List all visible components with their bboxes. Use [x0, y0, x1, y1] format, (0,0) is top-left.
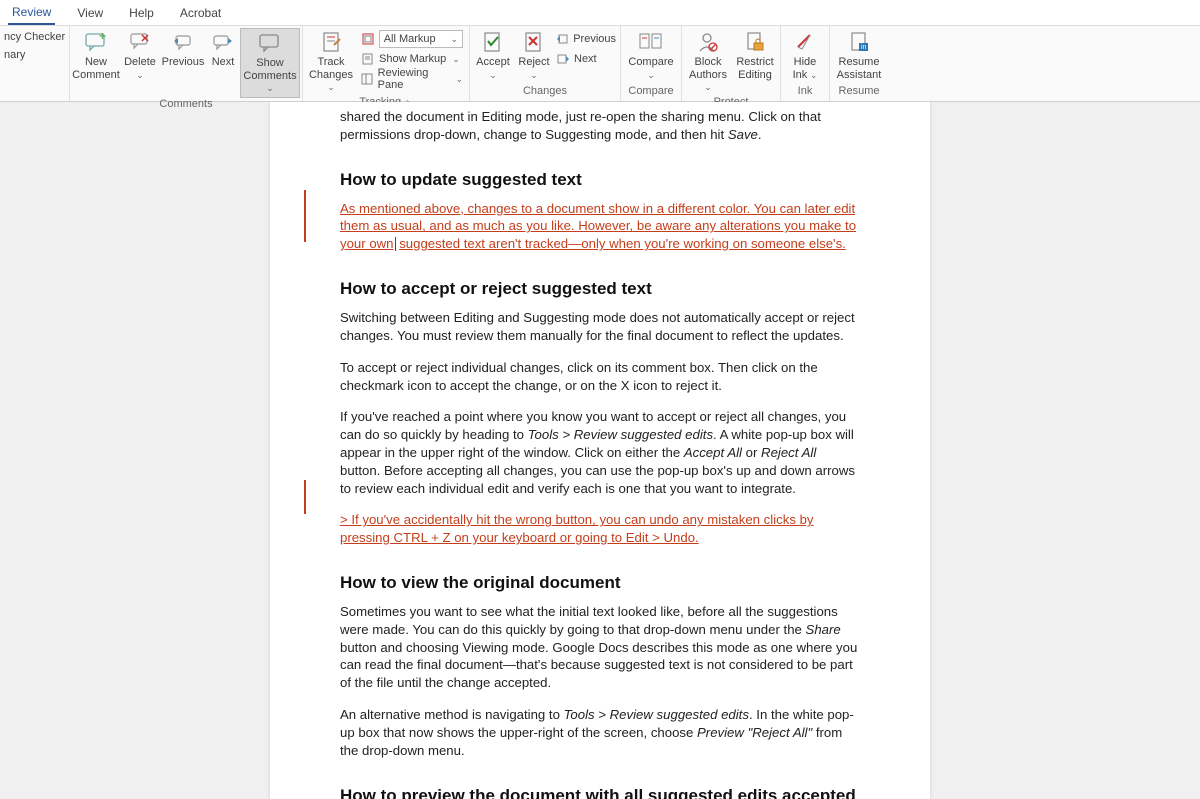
resume-assistant-button[interactable]: in Resume Assistant [832, 28, 886, 83]
reject-icon [520, 30, 548, 54]
show-comments-icon [256, 31, 284, 55]
compare-icon [637, 30, 665, 54]
restrict-editing-button[interactable]: Restrict Editing [732, 28, 778, 83]
restrict-editing-label: Restrict Editing [736, 56, 773, 81]
group-label-resume: Resume [832, 85, 886, 101]
previous-change-button[interactable]: Previous [556, 30, 616, 48]
compare-label: Compare [625, 56, 677, 81]
markup-combo[interactable]: All Markup [379, 30, 463, 48]
heading-accept-reject: How to accept or reject suggested text [340, 279, 860, 299]
reviewing-pane-icon [361, 72, 374, 86]
hide-ink-button[interactable]: Hide Ink [783, 28, 827, 83]
restrict-editing-icon [741, 30, 769, 54]
new-comment-label: New Comment [72, 56, 120, 81]
group-accessibility-clipped: ncy Checker nary [0, 26, 70, 101]
next-comment-button[interactable]: Next [206, 28, 240, 71]
svg-text:+: + [99, 32, 106, 43]
svg-text:in: in [861, 44, 867, 51]
accept-label: Accept [474, 56, 512, 81]
document-body[interactable]: shared the document in Editing mode, jus… [340, 102, 860, 799]
block-authors-icon [694, 30, 722, 54]
revision-bar-2 [304, 480, 306, 514]
group-label-changes: Changes [472, 85, 618, 101]
track-changes-icon [317, 30, 345, 54]
group-compare: Compare Compare [621, 26, 682, 101]
reject-label: Reject [516, 56, 552, 81]
reject-button[interactable]: Reject [514, 28, 554, 83]
previous-comment-label: Previous [162, 56, 205, 69]
dictionary-clipped[interactable]: nary [4, 46, 25, 64]
resume-assistant-label: Resume Assistant [837, 56, 882, 81]
menu-view[interactable]: View [73, 2, 107, 24]
hide-ink-label: Hide Ink [793, 56, 818, 81]
ribbon: ncy Checker nary + New Comment Delete [0, 26, 1200, 102]
block-authors-label: Block Authors [686, 56, 730, 94]
heading-update: How to update suggested text [340, 170, 860, 190]
group-label-comments: Comments [72, 98, 300, 112]
show-comments-label: Show Comments [243, 57, 297, 95]
para-3a: Sometimes you want to see what the initi… [340, 603, 860, 692]
heading-view-original: How to view the original document [340, 573, 860, 593]
revision-bar-1 [304, 190, 306, 242]
group-changes: Accept Reject Previous Next Changes [470, 26, 621, 101]
menu-review[interactable]: Review [8, 1, 55, 25]
group-tracking: Track Changes All Markup Show Markup⌄ Re… [303, 26, 470, 101]
group-label-ink: Ink [783, 85, 827, 101]
next-comment-icon [209, 30, 237, 54]
page[interactable]: shared the document in Editing mode, jus… [270, 102, 930, 799]
track-changes-label: Track Changes [307, 56, 355, 94]
para-2c: If you've reached a point where you know… [340, 408, 860, 497]
para-ins2: > If you've accidentally hit the wrong b… [340, 511, 860, 547]
markup-combo-icon [361, 32, 375, 46]
para-2b: To accept or reject individual changes, … [340, 359, 860, 395]
next-change-button[interactable]: Next [556, 50, 616, 68]
show-comments-button[interactable]: Show Comments [240, 28, 300, 98]
delete-comment-icon [126, 30, 154, 54]
hide-ink-icon [791, 30, 819, 54]
reviewing-pane-button[interactable]: Reviewing Pane⌄ [361, 70, 463, 88]
para-pre: shared the document in Editing mode, jus… [340, 108, 860, 144]
next-comment-label: Next [212, 56, 235, 69]
menu-bar: Review View Help Acrobat [0, 0, 1200, 26]
heading-preview-accepted: How to preview the document with all sug… [340, 786, 860, 799]
block-authors-button[interactable]: Block Authors [684, 28, 732, 96]
menu-acrobat[interactable]: Acrobat [176, 2, 225, 24]
group-ink: Hide Ink Ink [781, 26, 830, 101]
previous-comment-button[interactable]: Previous [160, 28, 206, 71]
new-comment-icon: + [82, 30, 110, 54]
resume-assistant-icon: in [845, 30, 873, 54]
consistency-checker-clipped[interactable]: ncy Checker [4, 28, 65, 46]
para-3b: An alternative method is navigating to T… [340, 706, 860, 759]
menu-help[interactable]: Help [125, 2, 158, 24]
delete-comment-label: Delete [122, 56, 158, 81]
show-markup-button[interactable]: Show Markup⌄ [361, 50, 463, 68]
new-comment-button[interactable]: + New Comment [72, 28, 120, 83]
accept-icon [479, 30, 507, 54]
previous-comment-icon [169, 30, 197, 54]
show-markup-icon [361, 52, 375, 66]
para-2a: Switching between Editing and Suggesting… [340, 309, 860, 345]
group-comments: + New Comment Delete Previous [70, 26, 303, 101]
group-label-blank [2, 85, 67, 101]
next-change-icon [556, 52, 570, 66]
compare-button[interactable]: Compare [623, 28, 679, 83]
group-resume: in Resume Assistant Resume [830, 26, 888, 101]
para-ins1: As mentioned above, changes to a documen… [340, 200, 860, 253]
group-protect: Block Authors Restrict Editing Protect [682, 26, 781, 101]
document-surface[interactable]: shared the document in Editing mode, jus… [0, 102, 1200, 799]
previous-change-icon [556, 32, 569, 46]
delete-comment-button[interactable]: Delete [120, 28, 160, 83]
track-changes-button[interactable]: Track Changes [305, 28, 357, 96]
markup-combo-row[interactable]: All Markup [361, 30, 463, 48]
group-label-compare: Compare [623, 85, 679, 101]
accept-button[interactable]: Accept [472, 28, 514, 83]
